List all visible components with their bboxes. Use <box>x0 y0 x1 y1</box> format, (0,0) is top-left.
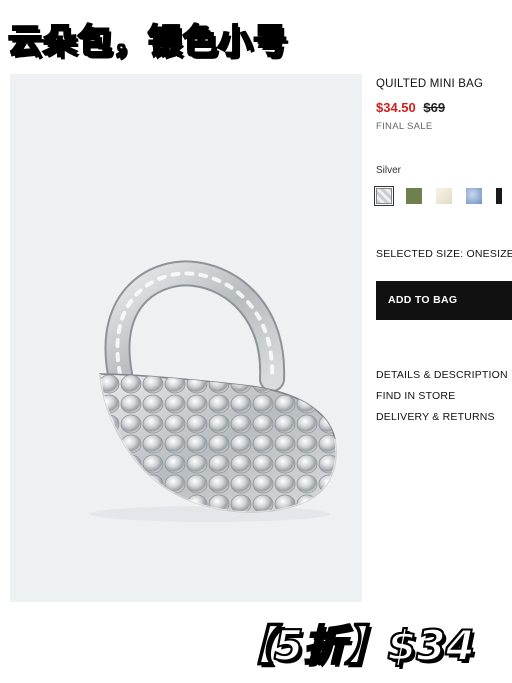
swatch-silver[interactable] <box>374 186 394 206</box>
original-price: $69 <box>423 100 446 115</box>
find-in-store-link[interactable]: FIND IN STORE <box>376 390 512 402</box>
sale-price: $34.50 <box>376 100 416 115</box>
product-image[interactable] <box>10 74 362 602</box>
details-description-link[interactable]: DETAILS & DESCRIPTION <box>376 369 512 381</box>
product-info: QUILTED MINI BAG $34.50 $69 FINAL SALE <box>376 78 512 132</box>
overlay-title: 云朵包，银色小号 <box>7 21 288 63</box>
swatch-blue[interactable] <box>466 188 482 204</box>
product-title: QUILTED MINI BAG <box>376 78 484 90</box>
silver-bag-illustration <box>90 260 337 522</box>
swatch-black[interactable] <box>496 188 502 204</box>
price-row: $34.50 $69 <box>376 100 512 115</box>
color-label: Silver <box>376 165 402 176</box>
delivery-returns-link[interactable]: DELIVERY & RETURNS <box>376 411 512 423</box>
swatch-olive[interactable] <box>406 188 422 204</box>
final-sale-label: FINAL SALE <box>376 121 433 132</box>
color-swatches <box>374 186 512 206</box>
selected-size: SELECTED SIZE: ONESIZE <box>376 248 512 260</box>
overlay-price-tag: 【5折】$34 <box>231 620 476 671</box>
add-to-bag-button[interactable]: ADD TO BAG <box>376 281 512 320</box>
product-links: DETAILS & DESCRIPTION FIND IN STORE DELI… <box>376 369 512 432</box>
swatch-cream[interactable] <box>436 188 452 204</box>
